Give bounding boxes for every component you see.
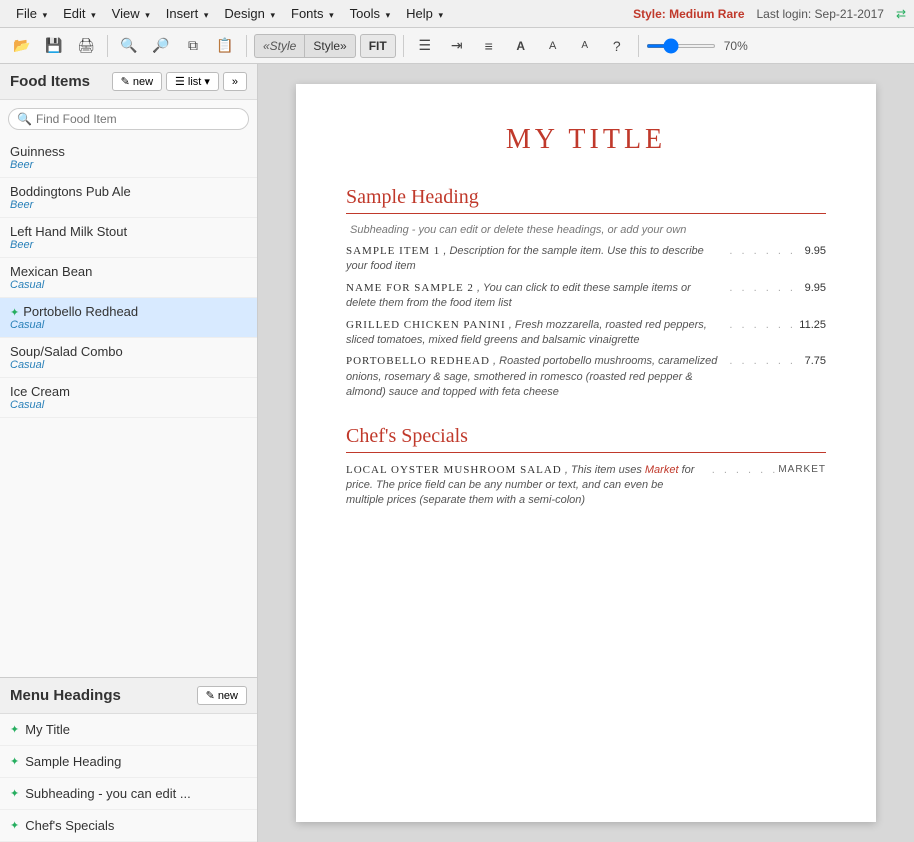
sep4	[638, 35, 639, 57]
food-item-guinness[interactable]: Guinness Beer	[0, 138, 257, 178]
content-area: MY TITLE Sample Heading Subheading - you…	[258, 64, 914, 842]
headings-actions: ✎ new	[197, 686, 247, 705]
print-btn[interactable]: 🖨	[72, 33, 100, 59]
menu-edit[interactable]: Edit ▾	[55, 2, 104, 25]
food-item-mexican-bean[interactable]: Mexican Bean Casual	[0, 258, 257, 298]
new-heading-btn[interactable]: ✎ new	[197, 686, 247, 705]
edit-icon2: ✎	[206, 689, 215, 702]
doc-title[interactable]: MY TITLE	[346, 124, 826, 156]
food-item-portobello[interactable]: ✦Portobello Redhead Casual	[0, 298, 257, 338]
page: MY TITLE Sample Heading Subheading - you…	[296, 84, 876, 822]
align-btn[interactable]: ≡	[475, 33, 503, 59]
zoom-label: 70%	[724, 39, 748, 53]
menu-help[interactable]: Help ▾	[398, 2, 451, 25]
search-box: 🔍	[8, 108, 249, 130]
sidebar: Food Items ✎ new ☰ list ▾ » 🔍 Guinness	[0, 64, 258, 842]
menu-fonts[interactable]: Fonts ▾	[283, 2, 342, 25]
food-items-label: Food Items	[10, 73, 90, 90]
section1-heading: Sample Heading	[346, 186, 826, 209]
section1-underline	[346, 213, 826, 214]
menu-view[interactable]: View ▾	[104, 2, 158, 25]
style-selector: «Style Style»	[254, 34, 356, 58]
menu-tools[interactable]: Tools ▾	[342, 2, 399, 25]
menu-item-row-3: GRILLED CHICKEN PANINI , Fresh mozzarell…	[346, 318, 826, 349]
open-btn[interactable]: 📂	[8, 33, 36, 59]
section2-underline	[346, 452, 826, 453]
heading-icon-1: ✦	[10, 723, 19, 736]
menu-design[interactable]: Design ▾	[216, 2, 283, 25]
list-style-btn[interactable]: ☰	[411, 33, 439, 59]
connection-icon: ⇄	[896, 7, 906, 21]
menu-headings-header: Menu Headings ✎ new	[0, 678, 257, 714]
food-list: Guinness Beer Boddingtons Pub Ale Beer L…	[0, 138, 257, 677]
paste-btn[interactable]: 📋	[211, 33, 239, 59]
last-login: Last login: Sep-21-2017	[757, 7, 884, 21]
text-size-btn[interactable]: A	[507, 33, 535, 59]
zoom-out-btn[interactable]: 🔎	[147, 33, 175, 59]
expand-btn[interactable]: »	[223, 72, 247, 91]
chevron-down-icon: ▾	[204, 75, 210, 88]
menu-item-row-4: PORTOBELLO REDHEAD , Roasted portobello …	[346, 354, 826, 400]
search-input[interactable]	[36, 112, 240, 126]
section2-heading: Chef's Specials	[346, 425, 826, 448]
text-size3-btn[interactable]: A	[571, 33, 599, 59]
section2: Chef's Specials LOCAL OYSTER MUSHROOM SA…	[346, 425, 826, 509]
toolbar: 📂 💾 🖨 🔍 🔎 ⧉ 📋 «Style Style» FIT ☰ ⇥ ≡ A …	[0, 28, 914, 64]
new-food-btn[interactable]: ✎ new	[112, 72, 162, 91]
search-icon: 🔍	[17, 112, 32, 126]
portobello-icon: ✦	[10, 307, 19, 319]
sep3	[403, 35, 404, 57]
food-item-boddingtons[interactable]: Boddingtons Pub Ale Beer	[0, 178, 257, 218]
menu-item-row-1: SAMPLE ITEM 1 , Description for the samp…	[346, 244, 826, 275]
food-items-actions: ✎ new ☰ list ▾ »	[112, 72, 247, 91]
heading-icon-3: ✦	[10, 787, 19, 800]
menu-insert[interactable]: Insert ▾	[158, 2, 217, 25]
heading-my-title[interactable]: ✦ My Title	[0, 714, 257, 746]
sep2	[246, 35, 247, 57]
copy-btn[interactable]: ⧉	[179, 33, 207, 59]
food-items-header: Food Items ✎ new ☰ list ▾ »	[0, 64, 257, 100]
heading-subheading[interactable]: ✦ Subheading - you can edit ...	[0, 778, 257, 810]
fit-btn[interactable]: FIT	[360, 34, 396, 58]
food-item-ice-cream[interactable]: Ice Cream Casual	[0, 378, 257, 418]
menubar: File ▾ Edit ▾ View ▾ Insert ▾ Design ▾ F…	[0, 0, 914, 28]
heading-icon-2: ✦	[10, 755, 19, 768]
food-item-soup-salad[interactable]: Soup/Salad Combo Casual	[0, 338, 257, 378]
zoom-in-btn[interactable]: 🔍	[115, 33, 143, 59]
zoom-slider[interactable]	[646, 44, 716, 48]
prev-style-btn[interactable]: «Style	[254, 34, 304, 58]
menu-file[interactable]: File ▾	[8, 2, 55, 25]
menu-headings-label: Menu Headings	[10, 687, 121, 704]
main-layout: Food Items ✎ new ☰ list ▾ » 🔍 Guinness	[0, 64, 914, 842]
sep1	[107, 35, 108, 57]
edit-icon: ✎	[121, 75, 130, 88]
next-style-btn[interactable]: Style»	[304, 34, 355, 58]
menu-item-row-2: NAME FOR SAMPLE 2 , You can click to edi…	[346, 281, 826, 312]
indent-btn[interactable]: ⇥	[443, 33, 471, 59]
food-item-left-hand[interactable]: Left Hand Milk Stout Beer	[0, 218, 257, 258]
heading-sample-heading[interactable]: ✦ Sample Heading	[0, 746, 257, 778]
section1: Sample Heading Subheading - you can edit…	[346, 186, 826, 401]
text-size2-btn[interactable]: A	[539, 33, 567, 59]
oyster-row: LOCAL OYSTER MUSHROOM SALAD , This item …	[346, 463, 826, 509]
list-icon: ☰	[175, 75, 185, 88]
heading-chefs-specials[interactable]: ✦ Chef's Specials	[0, 810, 257, 842]
list-view-btn[interactable]: ☰ list ▾	[166, 72, 219, 91]
section1-subheading: Subheading - you can edit or delete thes…	[346, 224, 826, 236]
menu-headings-section: Menu Headings ✎ new ✦ My Title ✦ Sample …	[0, 678, 257, 842]
help-btn[interactable]: ?	[603, 33, 631, 59]
heading-icon-4: ✦	[10, 819, 19, 832]
save-btn[interactable]: 💾	[40, 33, 68, 59]
style-label: Style: Medium Rare	[633, 7, 744, 21]
